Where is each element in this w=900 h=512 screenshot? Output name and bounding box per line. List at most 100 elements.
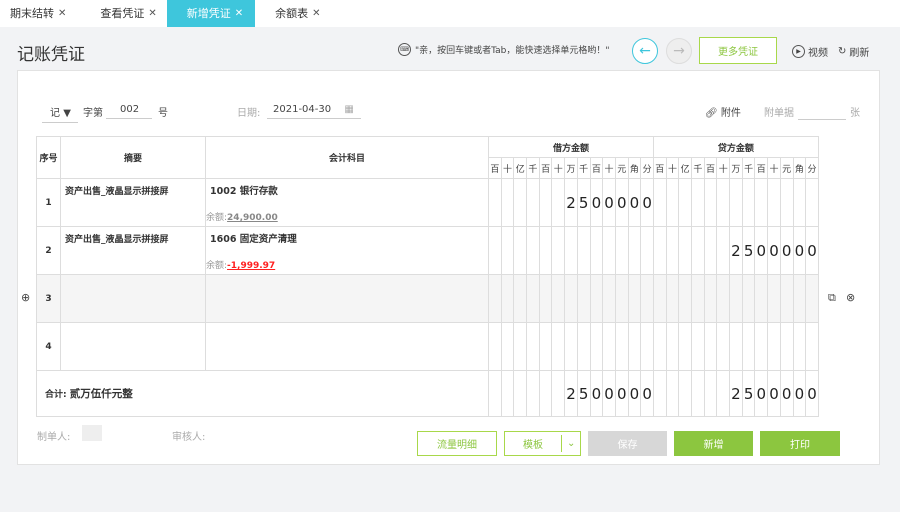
amount-digit-cell[interactable]: [538, 178, 553, 227]
amount-digit-cell[interactable]: [526, 322, 540, 371]
amount-digit-cell[interactable]: 0: [627, 370, 642, 417]
amount-digit-cell[interactable]: [488, 322, 502, 371]
amount-digit-cell[interactable]: [805, 178, 819, 227]
amount-digit-cell[interactable]: [754, 274, 769, 323]
amount-digit-cell[interactable]: [500, 226, 515, 275]
amount-digit-cell[interactable]: [754, 322, 769, 371]
amount-digit-cell[interactable]: 0: [602, 178, 616, 227]
amount-digit-cell[interactable]: [716, 322, 731, 371]
amount-digit-cell[interactable]: [792, 274, 807, 323]
refresh-link[interactable]: ↻ 刷新: [838, 44, 869, 59]
amount-digit-cell[interactable]: [500, 178, 515, 227]
amount-digit-cell[interactable]: 0: [792, 226, 807, 275]
account-cell[interactable]: 1002 银行存款 余额:24,900.00: [205, 178, 489, 227]
summary-cell[interactable]: 资产出售_液晶显示拼接屏: [60, 226, 206, 275]
amount-digit-cell[interactable]: 2: [729, 370, 743, 417]
amount-digit-cell[interactable]: [703, 178, 718, 227]
amount-digit-cell[interactable]: [665, 370, 680, 417]
amount-digit-cell[interactable]: [602, 274, 616, 323]
copy-row-icon[interactable]: ⧉: [828, 291, 836, 305]
amount-digit-cell[interactable]: 0: [779, 370, 794, 417]
amount-digit-cell[interactable]: [716, 178, 731, 227]
chevron-down-icon[interactable]: ⌄: [561, 435, 575, 452]
amount-digit-cell[interactable]: 0: [805, 370, 819, 417]
amount-digit-cell[interactable]: [665, 274, 680, 323]
amount-digit-cell[interactable]: [526, 274, 540, 323]
close-icon[interactable]: ✕: [148, 1, 156, 26]
amount-digit-cell[interactable]: 0: [614, 178, 629, 227]
amount-digit-cell[interactable]: [564, 322, 578, 371]
amount-digit-cell[interactable]: [741, 178, 756, 227]
amount-digit-cell[interactable]: 0: [805, 226, 819, 275]
amount-digit-cell[interactable]: [691, 226, 705, 275]
amount-digit-cell[interactable]: 0: [754, 370, 769, 417]
add-row-icon[interactable]: ⊕: [21, 291, 30, 304]
print-button[interactable]: 打印: [760, 431, 840, 456]
amount-digit-cell[interactable]: [526, 178, 540, 227]
new-button[interactable]: 新增: [674, 431, 753, 456]
amount-digit-cell[interactable]: [526, 370, 540, 417]
amount-digit-cell[interactable]: [589, 274, 604, 323]
amount-digit-cell[interactable]: [589, 226, 604, 275]
amount-digit-cell[interactable]: [488, 274, 502, 323]
amount-digit-cell[interactable]: [551, 178, 566, 227]
amount-digit-cell[interactable]: [729, 322, 743, 371]
amount-digit-cell[interactable]: [488, 226, 502, 275]
amount-digit-cell[interactable]: 5: [741, 370, 756, 417]
amount-digit-cell[interactable]: [551, 370, 566, 417]
amount-digit-cell[interactable]: [729, 178, 743, 227]
amount-digit-cell[interactable]: 5: [741, 226, 756, 275]
voucher-number-input[interactable]: 002: [106, 104, 152, 119]
amount-digit-cell[interactable]: [576, 226, 591, 275]
amount-digit-cell[interactable]: [678, 274, 692, 323]
amount-digit-cell[interactable]: [513, 370, 528, 417]
amount-digit-cell[interactable]: [589, 322, 604, 371]
amount-digit-cell[interactable]: [779, 274, 794, 323]
amount-digit-cell[interactable]: 0: [640, 370, 654, 417]
tab-balance-sheet[interactable]: 余额表 ✕: [265, 0, 330, 27]
amount-digit-cell[interactable]: [551, 274, 566, 323]
amount-digit-cell[interactable]: 0: [602, 370, 616, 417]
amount-digit-cell[interactable]: [716, 226, 731, 275]
amount-digit-cell[interactable]: [741, 274, 756, 323]
amount-digit-cell[interactable]: 5: [576, 370, 591, 417]
amount-digit-cell[interactable]: [678, 178, 692, 227]
amount-digit-cell[interactable]: [640, 274, 654, 323]
amount-digit-cell[interactable]: [691, 274, 705, 323]
amount-digit-cell[interactable]: [665, 322, 680, 371]
amount-digit-cell[interactable]: [500, 370, 515, 417]
amount-digit-cell[interactable]: [564, 226, 578, 275]
amount-digit-cell[interactable]: [602, 322, 616, 371]
amount-digit-cell[interactable]: [488, 370, 502, 417]
amount-digit-cell[interactable]: [614, 274, 629, 323]
amount-digit-cell[interactable]: [513, 322, 528, 371]
tab-new-voucher[interactable]: 新增凭证 ✕: [166, 0, 256, 27]
amount-digit-cell[interactable]: 0: [589, 178, 604, 227]
amount-digit-cell[interactable]: 0: [627, 178, 642, 227]
amount-digit-cell[interactable]: [488, 178, 502, 227]
amount-digit-cell[interactable]: 0: [640, 178, 654, 227]
amount-digit-cell[interactable]: [792, 178, 807, 227]
amount-digit-cell[interactable]: [767, 178, 781, 227]
account-cell[interactable]: 1606 固定资产清理 余额:-1,999.97: [205, 226, 489, 275]
amount-digit-cell[interactable]: [538, 370, 553, 417]
amount-digit-cell[interactable]: [513, 226, 528, 275]
amount-digit-cell[interactable]: 0: [792, 370, 807, 417]
amount-digit-cell[interactable]: 0: [614, 370, 629, 417]
account-cell[interactable]: [205, 322, 489, 371]
summary-cell[interactable]: [60, 322, 206, 371]
amount-digit-cell[interactable]: [729, 274, 743, 323]
amount-digit-cell[interactable]: 0: [754, 226, 769, 275]
amount-digit-cell[interactable]: [652, 226, 667, 275]
amount-digit-cell[interactable]: [716, 370, 731, 417]
more-vouchers-button[interactable]: 更多凭证: [699, 37, 777, 64]
amount-digit-cell[interactable]: 5: [576, 178, 591, 227]
amount-digit-cell[interactable]: [779, 322, 794, 371]
tab-view-voucher[interactable]: 查看凭证 ✕: [90, 0, 166, 27]
amount-digit-cell[interactable]: [741, 322, 756, 371]
summary-cell[interactable]: 资产出售_液晶显示拼接屏: [60, 178, 206, 227]
amount-digit-cell[interactable]: [691, 322, 705, 371]
calendar-icon[interactable]: ▦: [344, 104, 353, 115]
amount-digit-cell[interactable]: 0: [767, 370, 781, 417]
amount-digit-cell[interactable]: 2: [564, 370, 578, 417]
